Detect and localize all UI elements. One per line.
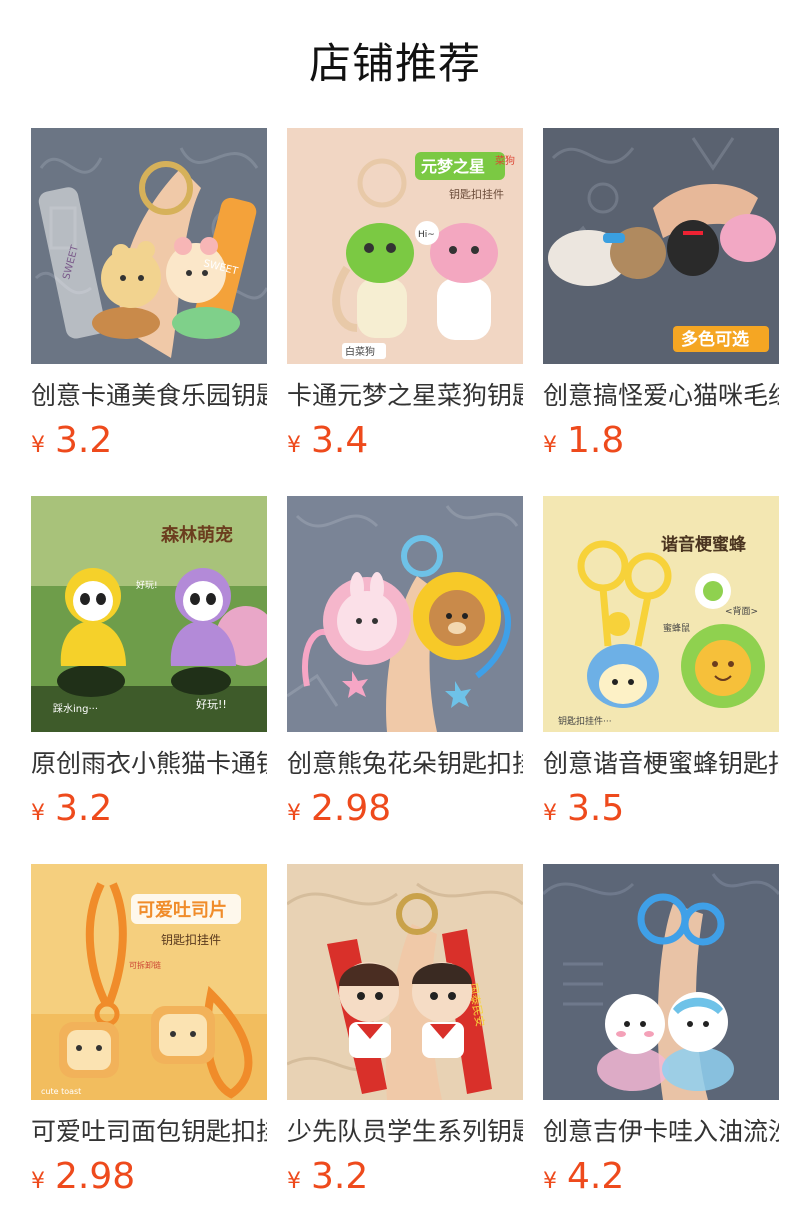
product-image[interactable]: 谐音梗蜜蜂 <背面> 蜜蜂鼠 钥匙扣挂件···: [543, 496, 779, 732]
product-name[interactable]: 原创雨衣小熊猫卡通钥匙扣: [31, 746, 267, 782]
product-image[interactable]: 森林萌宠 好玩! 踩水ing··· 好玩!!: [31, 496, 267, 732]
product-price: ¥4.2: [543, 1154, 779, 1200]
svg-text:cute toast: cute toast: [41, 1087, 81, 1096]
product-price: ¥2.98: [287, 786, 523, 832]
price-value: 2.98: [55, 1156, 136, 1197]
currency-symbol: ¥: [543, 1169, 557, 1194]
product-card[interactable]: 创意熊兔花朵钥匙扣挂件 ¥2.98: [287, 496, 523, 864]
price-value: 3.2: [55, 420, 113, 461]
currency-symbol: ¥: [287, 1169, 301, 1194]
product-name[interactable]: 创意搞怪爱心猫咪毛绒钥匙扣: [543, 378, 779, 414]
svg-text:钥匙扣挂件: 钥匙扣挂件: [449, 187, 504, 201]
svg-text:森林萌宠: 森林萌宠: [161, 524, 233, 546]
product-price: ¥1.8: [543, 418, 779, 464]
currency-symbol: ¥: [31, 1169, 45, 1194]
price-value: 2.98: [311, 788, 392, 829]
product-card[interactable]: 国泰民安 少先队员学生系列钥匙扣 ¥3.2: [287, 864, 523, 1232]
currency-symbol: ¥: [31, 433, 45, 458]
store-recommend-page: 店铺推荐 SWEET SWEET 创意卡通美食乐园钥 ¥ 3.2 元梦之星 菜狗…: [0, 0, 790, 1232]
svg-text:好玩!: 好玩!: [136, 579, 158, 591]
product-name[interactable]: 少先队员学生系列钥匙扣: [287, 1114, 523, 1150]
product-name[interactable]: 卡通元梦之星菜狗钥匙扣: [287, 378, 523, 414]
product-price: ¥3.2: [31, 418, 267, 464]
price-value: 3.5: [567, 788, 625, 829]
currency-symbol: ¥: [31, 801, 45, 826]
product-price: ¥3.2: [31, 786, 267, 832]
product-price: ¥3.4: [287, 418, 523, 464]
currency-symbol: ¥: [287, 801, 301, 826]
svg-text:Hi~: Hi~: [418, 230, 435, 240]
svg-text:白菜狗: 白菜狗: [345, 345, 375, 358]
product-name[interactable]: 创意卡通美食乐园钥匙扣: [31, 378, 267, 414]
svg-text:多色可选: 多色可选: [681, 329, 749, 350]
product-name[interactable]: 可爱吐司面包钥匙扣挂件: [31, 1114, 267, 1150]
product-card[interactable]: 森林萌宠 好玩! 踩水ing··· 好玩!! 原创雨衣小熊猫卡通钥匙扣: [31, 496, 267, 864]
product-price: ¥2.98: [31, 1154, 267, 1200]
currency-symbol: ¥: [287, 433, 301, 458]
product-price: ¥3.5: [543, 786, 779, 832]
svg-text:好玩!!: 好玩!!: [196, 697, 227, 711]
product-price: ¥3.2: [287, 1154, 523, 1200]
currency-symbol: ¥: [543, 433, 557, 458]
product-image[interactable]: [287, 496, 523, 732]
product-image[interactable]: 元梦之星 菜狗 钥匙扣挂件 Hi~ 白菜狗: [287, 128, 523, 364]
product-image[interactable]: [543, 864, 779, 1100]
svg-text:蜜蜂鼠: 蜜蜂鼠: [663, 622, 690, 634]
product-card[interactable]: SWEET SWEET 创意卡通美食乐园钥匙扣 ¥3.2: [31, 128, 267, 496]
svg-text:钥匙扣挂件···: 钥匙扣挂件···: [558, 715, 612, 727]
product-card[interactable]: 元梦之星 菜狗 钥匙扣挂件 Hi~ 白菜狗 卡通元梦之星菜狗钥 ¥ 3.4: [287, 128, 523, 496]
product-name[interactable]: 创意吉伊卡哇入油流沙钥匙扣: [543, 1114, 779, 1150]
product-name[interactable]: 创意谐音梗蜜蜂钥匙扣挂件: [543, 746, 779, 782]
section-title: 店铺推荐: [308, 39, 481, 88]
currency-symbol: ¥: [543, 801, 557, 826]
price-value: 3.2: [311, 1156, 369, 1197]
product-grid: SWEET SWEET 创意卡通美食乐园钥匙扣 ¥3.2 元梦之星 菜狗 钥匙扣…: [31, 128, 781, 1232]
product-image[interactable]: SWEET SWEET: [31, 128, 267, 364]
product-image[interactable]: 国泰民安: [287, 864, 523, 1100]
svg-text:菜狗: 菜狗: [495, 154, 515, 167]
price-value: 1.8: [567, 420, 625, 461]
product-image[interactable]: 多色可选: [543, 128, 779, 364]
product-image[interactable]: 可爱吐司片 钥匙扣挂件 可拆卸链 cute toast: [31, 864, 267, 1100]
price-value: 3.2: [55, 788, 113, 829]
product-name[interactable]: 创意熊兔花朵钥匙扣挂件: [287, 746, 523, 782]
svg-text:可爱吐司片: 可爱吐司片: [137, 899, 227, 921]
product-card[interactable]: 可爱吐司片 钥匙扣挂件 可拆卸链 cute toast 可爱吐司面包钥匙扣挂: [31, 864, 267, 1232]
product-card[interactable]: 谐音梗蜜蜂 <背面> 蜜蜂鼠 钥匙扣挂件··· 创意谐音梗蜜蜂钥匙 ¥ 3.5: [543, 496, 779, 864]
price-value: 4.2: [567, 1156, 625, 1197]
svg-text:可拆卸链: 可拆卸链: [129, 960, 161, 970]
svg-text:钥匙扣挂件: 钥匙扣挂件: [161, 933, 221, 947]
svg-text:踩水ing···: 踩水ing···: [53, 703, 98, 715]
svg-text:谐音梗蜜蜂: 谐音梗蜜蜂: [661, 534, 747, 555]
product-card[interactable]: 创意吉伊卡哇入油流沙钥匙扣 ¥4.2: [543, 864, 779, 1232]
svg-text:元梦之星: 元梦之星: [421, 157, 485, 176]
product-card[interactable]: 多色可选 创意搞怪爱心猫咪毛绒钥匙扣 ¥1.8: [543, 128, 779, 496]
svg-text:<背面>: <背面>: [725, 605, 758, 617]
price-value: 3.4: [311, 420, 369, 461]
